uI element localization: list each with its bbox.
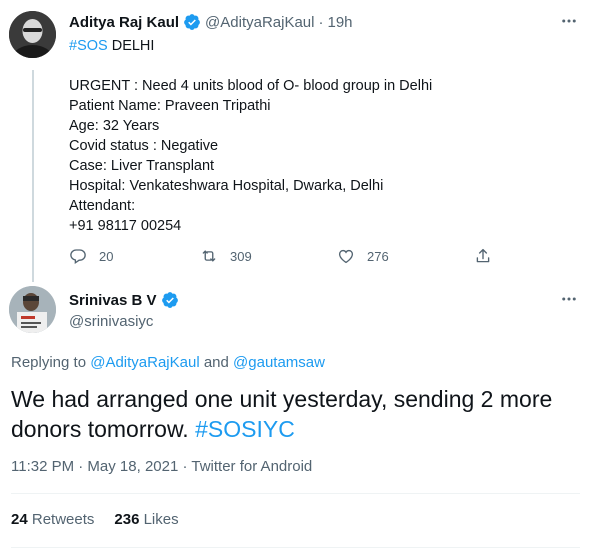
like-icon	[338, 249, 354, 264]
more-icon[interactable]	[558, 288, 580, 310]
author-name[interactable]: Srinivas B V	[69, 292, 157, 309]
author-header: Srinivas B V	[69, 290, 183, 310]
mention-link[interactable]: @AdityaRajKaul	[90, 354, 199, 371]
tweet-text: #SOS DELHI URGENT : Need 4 units blood o…	[69, 36, 569, 236]
avatar[interactable]	[9, 11, 56, 58]
tweet-line: URGENT : Need 4 units blood of O- blood …	[69, 78, 433, 94]
author-handle[interactable]: @AdityaRajKaul	[205, 14, 314, 31]
thread-connector-line	[32, 70, 34, 282]
retweet-icon	[202, 250, 216, 262]
tweet-line: Covid status : Negative	[69, 138, 219, 154]
like-button[interactable]: 276	[337, 245, 389, 267]
tweet-line: Age: 32 Years	[69, 118, 160, 134]
mention-link[interactable]: @gautamsaw	[233, 354, 325, 371]
retweets-stat[interactable]: 24 Retweets	[11, 511, 94, 528]
reply-count: 20	[99, 248, 114, 264]
tweet-header: Aditya Raj Kaul @AdityaRajKaul · 19h	[69, 12, 353, 32]
engagement-stats: 24 Retweets 236 Likes	[11, 511, 199, 528]
verified-icon	[184, 14, 200, 30]
tweet-timestamp[interactable]: 19h	[327, 14, 352, 31]
share-button[interactable]	[474, 245, 492, 267]
reply-icon	[70, 249, 86, 265]
avatar[interactable]	[9, 286, 56, 333]
more-icon[interactable]	[558, 10, 580, 32]
tweet-first-line: #SOS DELHI	[69, 38, 155, 54]
avatar-photo-image	[9, 286, 56, 333]
avatar-portrait-image	[9, 11, 56, 58]
divider	[11, 493, 580, 494]
tweet-line: Case: Liver Transplant	[69, 158, 215, 174]
author-handle[interactable]: @srinivasiyc	[69, 313, 153, 330]
tweet-line: Attendant:	[69, 198, 136, 214]
author-name[interactable]: Aditya Raj Kaul	[69, 14, 179, 31]
verified-icon	[161, 292, 178, 308]
separator-dot: ·	[318, 13, 324, 31]
hashtag-link[interactable]: #SOSIYC	[195, 416, 295, 442]
tweet-actions: 20 309 276	[69, 245, 509, 267]
reply-button[interactable]: 20	[69, 245, 113, 267]
retweet-count: 309	[230, 248, 252, 264]
like-count: 276	[367, 248, 389, 264]
tweet-line: +91 98117 00254	[69, 218, 182, 234]
tweet-meta[interactable]: 11:32 PM · May 18, 2021 · Twitter for An…	[11, 458, 312, 475]
tweet-text: We had arranged one unit yesterday, send…	[11, 386, 553, 442]
tweet-line: Patient Name: Praveen Tripathi	[69, 98, 271, 114]
replying-to: Replying to @AdityaRajKaul and @gautamsa…	[11, 354, 325, 371]
tweet-line: Hospital: Venkateshwara Hospital, Dwarka…	[69, 178, 384, 194]
share-icon	[476, 248, 490, 263]
likes-stat[interactable]: 236 Likes	[114, 511, 178, 528]
retweet-button[interactable]: 309	[200, 245, 252, 267]
hashtag-link[interactable]: #SOS	[69, 38, 108, 54]
